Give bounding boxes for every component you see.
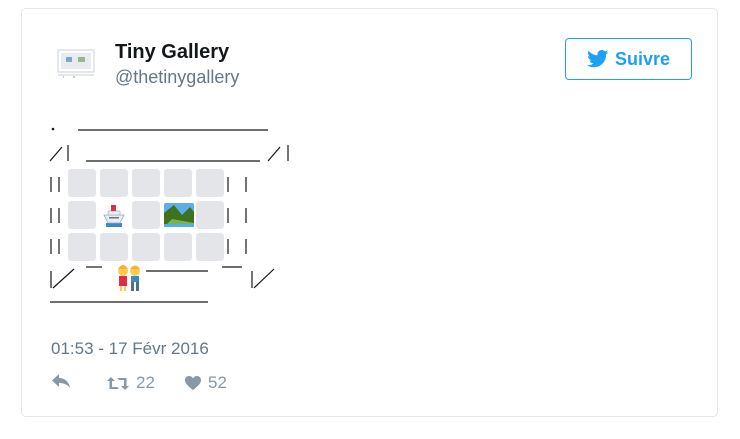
art-slash-right bbox=[267, 146, 281, 162]
art-slash-right-bottom bbox=[253, 268, 275, 289]
reply-icon bbox=[52, 374, 70, 388]
couple-icon bbox=[118, 265, 140, 291]
ship-icon bbox=[103, 205, 125, 227]
landscape-icon bbox=[164, 203, 194, 227]
retweet-button[interactable]: 22 bbox=[106, 373, 155, 393]
art-slash-left bbox=[49, 146, 63, 162]
art-dot bbox=[51, 127, 55, 131]
like-count: 52 bbox=[208, 373, 227, 392]
like-button[interactable]: 52 bbox=[184, 373, 227, 393]
art-grid bbox=[68, 169, 224, 261]
timestamp[interactable]: 01:53 - 17 Févr 2016 bbox=[51, 339, 209, 359]
retweet-icon bbox=[107, 376, 129, 390]
heart-icon bbox=[185, 376, 201, 390]
reply-button[interactable] bbox=[51, 373, 71, 389]
art-slash-left-bottom bbox=[52, 268, 75, 289]
tweet-art bbox=[49, 127, 289, 303]
tweet-card: Tiny Gallery @thetinygallery Suivre 01:5… bbox=[21, 8, 718, 417]
retweet-count: 22 bbox=[136, 373, 155, 392]
